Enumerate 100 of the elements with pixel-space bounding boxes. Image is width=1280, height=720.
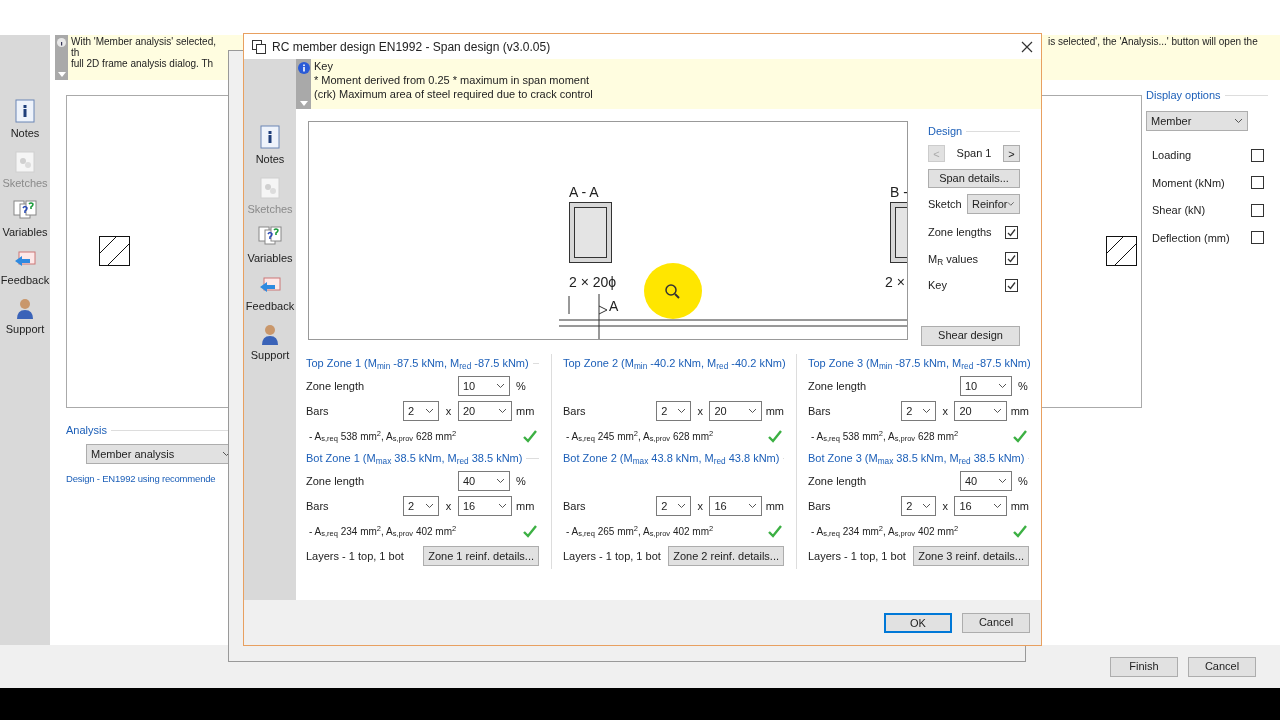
field-label: Zone length [808, 473, 868, 489]
dialog-button[interactable]: Cancel [962, 612, 1030, 633]
footer-button[interactable]: Cancel [1188, 656, 1256, 677]
display-dropdown[interactable]: Member [1146, 111, 1248, 131]
zone-details-button[interactable]: Zone 3 reinf. details... [913, 546, 1029, 566]
bar-count-dropdown[interactable]: 2 [403, 496, 439, 516]
unit-label: % [516, 378, 526, 394]
window-title: RC member design EN1992 - Span design (v3.0.05) [272, 38, 552, 56]
chevron-down-icon [425, 408, 434, 414]
sidebar-item[interactable]: Support [5, 297, 45, 338]
variables-icon [13, 200, 37, 222]
chevron-down-icon [496, 478, 505, 484]
field-label: Zone length [808, 378, 868, 394]
sidebar-item[interactable]: Variables [2, 200, 48, 241]
field-label: Zone length [306, 378, 366, 394]
chevron-down-icon [998, 383, 1007, 389]
times-label: x [444, 498, 453, 514]
times-label: x [941, 403, 949, 419]
unit-label: mm [1010, 403, 1029, 419]
chevron-down-icon [922, 503, 932, 509]
footer-button[interactable]: Finish [1110, 656, 1178, 677]
chevron-down-icon [496, 383, 505, 389]
person-icon [15, 297, 35, 319]
key-heading: Key [314, 59, 334, 73]
sidebar-item[interactable]: Feedback [0, 249, 50, 288]
unit-label: mm [765, 403, 784, 419]
bar-size-dropdown[interactable]: 20 [954, 401, 1007, 421]
span-details-button[interactable]: Span details... [928, 169, 1020, 188]
info-icon [57, 38, 66, 47]
checkbox[interactable] [1251, 176, 1264, 190]
chevron-down-icon [498, 408, 507, 414]
bar-size-dropdown[interactable]: 16 [458, 496, 512, 516]
section-heading: Top Zone 3 (M$_{min}$ -87.5 kNm, M$_{red}$ -87.5 kNm) [808, 356, 1031, 372]
design-link[interactable]: Design - EN1992 using recommende [66, 472, 216, 487]
zone-details-button[interactable]: Zone 1 reinf. details... [423, 546, 539, 566]
section-label: A - A [569, 183, 599, 202]
sidebar-item[interactable]: Feedback [245, 275, 295, 314]
field-label: Bars [808, 403, 832, 419]
chevron-down-icon [747, 408, 757, 414]
span-label: Span 1 [956, 146, 992, 162]
bar-count-dropdown[interactable]: 2 [656, 496, 692, 516]
option-label: M$_{R}$ values [928, 251, 978, 267]
section-heading: Analysis [66, 422, 107, 438]
field-label: Zone length [306, 473, 366, 489]
unit-label: mm [516, 498, 535, 514]
steel-area-text: - A$_{s,req}$ 245 mm$^{2}$, A$_{s,prov}$ 628 mm$^{2}$ [566, 428, 714, 444]
person-icon [260, 323, 280, 345]
checkbox[interactable] [1251, 203, 1264, 217]
bar-count-dropdown[interactable]: 2 [656, 401, 692, 421]
checkbox[interactable] [1005, 225, 1018, 239]
chevron-down-icon [677, 503, 687, 509]
field-label: Bars [808, 498, 832, 514]
option-label: Key [928, 278, 947, 293]
info-text: full 2D frame analysis dialog. Th [71, 58, 215, 69]
sidebar-item[interactable]: Variables [247, 226, 293, 267]
steel-area-text: - A$_{s,req}$ 538 mm$^{2}$, A$_{s,prov}$ 628 mm$^{2}$ [309, 428, 457, 444]
section-heading: Display options [1146, 87, 1221, 103]
zone-length-dropdown[interactable]: 10 [960, 376, 1012, 396]
checkbox[interactable] [1251, 148, 1264, 162]
app-icon [252, 39, 266, 54]
dialog-button[interactable]: OK [884, 612, 952, 633]
zone-length-dropdown[interactable]: 40 [960, 471, 1012, 491]
sketch-icon [260, 176, 280, 199]
shear-design-button[interactable]: Shear design [921, 325, 1020, 346]
bar-count-dropdown[interactable]: 2 [403, 401, 439, 421]
chevron-down-icon [425, 503, 434, 509]
layers-text: Layers - 1 top, 1 bot [563, 548, 661, 564]
unit-label: mm [765, 498, 784, 514]
sidebar-item[interactable]: Notes [255, 125, 285, 168]
chevron-down-icon [998, 478, 1007, 484]
zone-details-button[interactable]: Zone 2 reinf. details... [668, 546, 784, 566]
bar-size-dropdown[interactable]: 20 [709, 401, 762, 421]
bar-size-dropdown[interactable]: 16 [709, 496, 762, 516]
checkbox[interactable] [1005, 278, 1018, 292]
bar-size-dropdown[interactable]: 16 [954, 496, 1007, 516]
bar-size-dropdown[interactable]: 20 [458, 401, 512, 421]
sidebar-item[interactable]: Support [250, 323, 290, 364]
unit-label: mm [516, 403, 535, 419]
sidebar-item[interactable]: Notes [10, 99, 40, 142]
section-heading: Top Zone 2 (M$_{min}$ -40.2 kNm, M$_{red}$ -40.2 kNm) [563, 356, 786, 372]
close-icon[interactable] [1021, 40, 1033, 53]
chevron-down-icon [677, 408, 687, 414]
section-heading: Bot Zone 2 (M$_{max}$ 43.8 kNm, M$_{red}$ 43.8 kNm) [563, 451, 780, 467]
sketch-icon [15, 150, 35, 173]
chevron-down-icon [1007, 201, 1015, 207]
steel-area-text: - A$_{s,req}$ 234 mm$^{2}$, A$_{s,prov}$ 402 mm$^{2}$ [309, 523, 457, 539]
info-icon [297, 62, 310, 74]
variables-icon [258, 226, 282, 248]
bar-count-dropdown[interactable]: 2 [901, 401, 937, 421]
times-label: x [941, 498, 949, 514]
bar-count-dropdown[interactable]: 2 [901, 496, 937, 516]
checkbox[interactable] [1005, 252, 1018, 266]
chevron-down-icon [498, 503, 507, 509]
sketch-dropdown[interactable]: Reinfor [967, 194, 1020, 214]
next-button[interactable]: > [1003, 145, 1020, 162]
checkbox[interactable] [1251, 231, 1264, 245]
section-heading: Bot Zone 3 (M$_{max}$ 38.5 kNm, M$_{red}$ 38.5 kNm) [808, 451, 1025, 467]
zone-length-dropdown[interactable]: 40 [458, 471, 510, 491]
times-label: x [696, 403, 704, 419]
zone-length-dropdown[interactable]: 10 [458, 376, 510, 396]
